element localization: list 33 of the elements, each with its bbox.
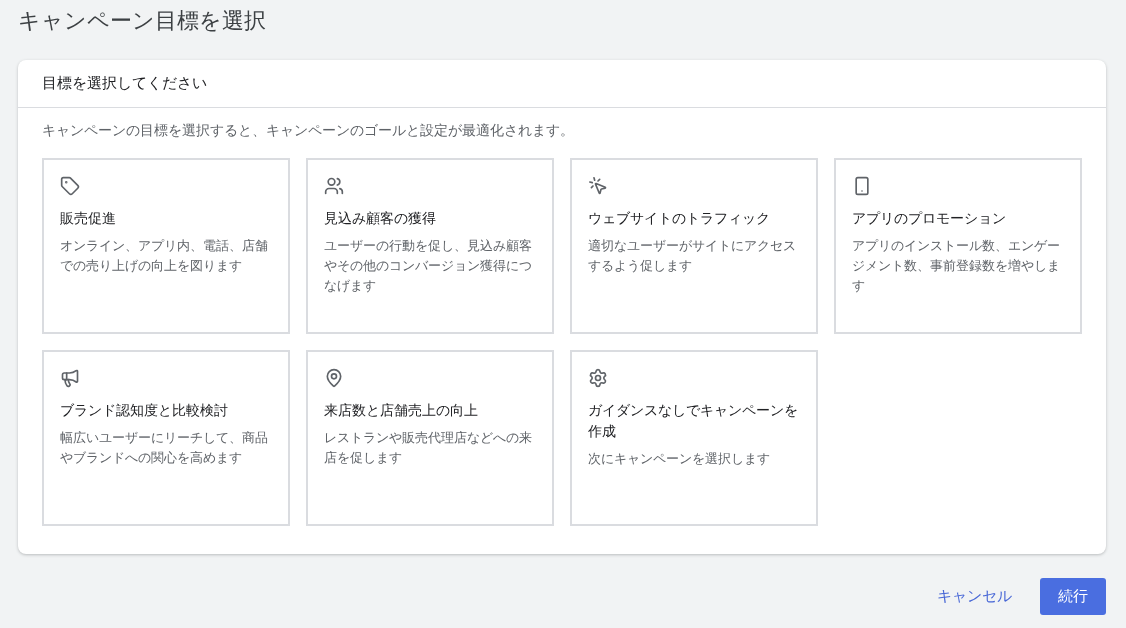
goal-title: 来店数と店舗売上の向上	[324, 401, 479, 420]
goal-description: 適切なユーザーがサイトにアクセスするよう促します	[588, 237, 797, 275]
phone-icon	[852, 176, 872, 196]
cursor-click-icon	[588, 176, 608, 196]
goal-description: ユーザーの行動を促し、見込み顧客やその他のコンバージョン獲得につなげます	[324, 237, 533, 295]
goal-description: レストランや販売代理店などへの来店を促します	[324, 429, 533, 467]
goal-title: 見込み顧客の獲得	[324, 209, 437, 228]
tag-icon	[60, 176, 80, 196]
goal-title: 販売促進	[60, 209, 117, 228]
panel-description: キャンペーンの目標を選択すると、キャンペーンのゴールと設定が最適化されます。	[42, 122, 575, 140]
people-icon	[324, 176, 344, 196]
panel-title: 目標を選択してください	[18, 60, 1106, 108]
goal-title: ガイダンスなしでキャンペーンを作成	[588, 401, 799, 441]
goal-card[interactable]: アプリのプロモーション アプリのインストール数、エンゲージメント数、事前登録数を増やします	[834, 158, 1082, 334]
goal-title: アプリのプロモーション	[852, 209, 1007, 228]
goal-description: 幅広いユーザーにリーチして、商品やブランドへの関心を高めます	[60, 429, 269, 467]
goal-description: オンライン、アプリ内、電話、店舗での売り上げの向上を図ります	[60, 237, 269, 275]
goal-card[interactable]: ウェブサイトのトラフィック 適切なユーザーがサイトにアクセスするよう促します	[570, 158, 818, 334]
map-pin-icon	[324, 368, 344, 388]
goal-card[interactable]: 見込み顧客の獲得 ユーザーの行動を促し、見込み顧客やその他のコンバージョン獲得につなげます	[306, 158, 554, 334]
page-title: キャンペーン目標を選択	[18, 7, 267, 35]
cancel-button[interactable]: キャンセル	[925, 578, 1024, 615]
goal-description: アプリのインストール数、エンゲージメント数、事前登録数を増やします	[852, 237, 1061, 295]
settings-icon	[588, 368, 608, 388]
goal-card[interactable]: 販売促進 オンライン、アプリ内、電話、店舗での売り上げの向上を図ります	[42, 158, 290, 334]
goal-title: ブランド認知度と比較検討	[60, 401, 229, 420]
megaphone-icon	[60, 368, 80, 388]
goal-card[interactable]: ガイダンスなしでキャンペーンを作成 次にキャンペーンを選択します	[570, 350, 818, 526]
goal-description: 次にキャンペーンを選択します	[588, 450, 771, 468]
goal-title: ウェブサイトのトラフィック	[588, 209, 771, 228]
continue-button[interactable]: 続行	[1040, 578, 1106, 615]
goal-card[interactable]: 来店数と店舗売上の向上 レストランや販売代理店などへの来店を促します	[306, 350, 554, 526]
goal-card[interactable]: ブランド認知度と比較検討 幅広いユーザーにリーチして、商品やブランドへの関心を高めます	[42, 350, 290, 526]
